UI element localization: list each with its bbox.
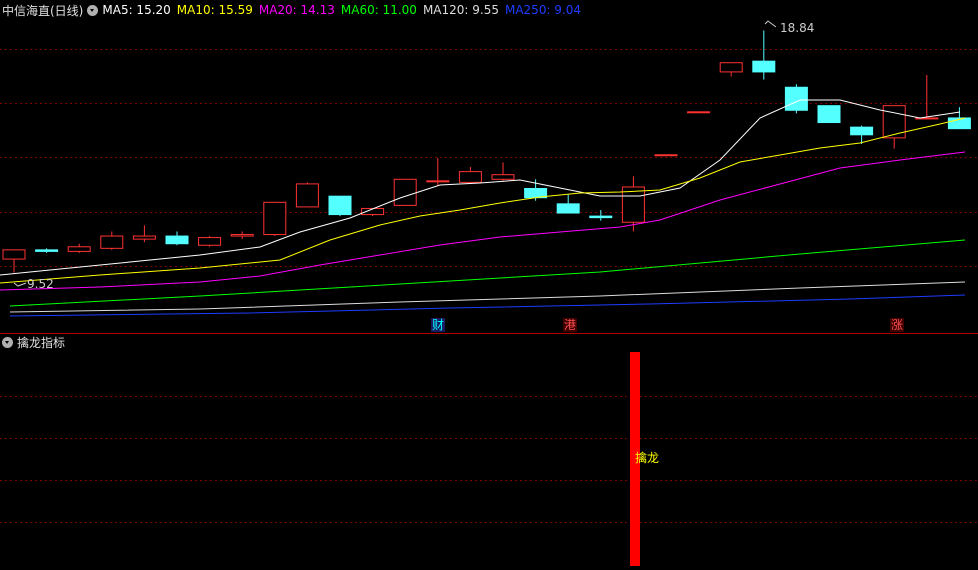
chevron-down-icon[interactable] <box>2 336 13 348</box>
low-price-label: 9.52 <box>27 277 54 291</box>
candle-body <box>2 249 26 260</box>
candle <box>719 62 743 77</box>
candle <box>67 243 91 253</box>
candle <box>165 231 189 246</box>
ma20-line <box>0 151 966 291</box>
signal-label: 擒龙 <box>635 450 659 465</box>
candle <box>589 209 613 221</box>
ma10-line <box>0 117 966 284</box>
candle <box>426 157 450 186</box>
candle-body <box>850 126 874 136</box>
low-price-marker <box>13 282 27 287</box>
candle <box>100 231 124 250</box>
candle-body <box>426 180 450 183</box>
kline-chart[interactable]: 18.84 9.52 <box>0 0 978 333</box>
candle <box>947 107 971 130</box>
candle <box>882 105 906 149</box>
indicator-title: 擒龙指标 <box>17 335 66 350</box>
candle <box>198 236 222 247</box>
candle-body <box>784 86 808 111</box>
indicator-chart[interactable]: 擒龙 <box>0 334 978 570</box>
candle-body <box>198 237 222 246</box>
candle-body <box>719 62 743 73</box>
candle-body <box>491 174 515 180</box>
candle <box>328 195 352 217</box>
high-price-label: 18.84 <box>780 21 814 35</box>
candle-body <box>589 215 613 219</box>
event-tag-zhang[interactable]: 涨 <box>890 318 905 332</box>
candle <box>556 194 580 214</box>
candle <box>393 178 417 206</box>
candle <box>915 74 939 120</box>
candle-body <box>263 201 287 236</box>
ma60-line <box>9 239 966 307</box>
event-tag-cai[interactable]: 财 <box>431 318 446 332</box>
candle-body <box>165 235 189 245</box>
candle <box>817 105 841 124</box>
candle <box>784 84 808 114</box>
candle-body <box>67 246 91 252</box>
candle-body <box>817 105 841 124</box>
title-bar: 中信海直(日线) MA5: 15.20 MA10: 15.59 MA20: 14… <box>2 2 587 18</box>
candle <box>295 182 319 208</box>
ma5-line <box>0 99 961 276</box>
indicator-title-bar: 擒龙指标 <box>2 334 65 350</box>
candle <box>850 125 874 145</box>
ma120-label: MA120: 9.55 <box>422 3 499 17</box>
candle-body <box>35 249 59 252</box>
candle <box>263 201 287 237</box>
candle <box>654 154 678 157</box>
candle-body <box>230 234 254 237</box>
ma10-label: MA10: 15.59 <box>176 3 253 17</box>
candle-body <box>654 154 678 157</box>
candle-body <box>621 186 645 223</box>
candle <box>752 30 776 80</box>
kline-panel[interactable]: 18.84 9.52 中信海直(日线) MA5: 15.20 MA10: 15.5… <box>0 0 978 333</box>
candle-body <box>687 111 711 114</box>
chevron-down-icon[interactable] <box>87 4 99 16</box>
candle-body <box>556 203 580 214</box>
ma5-label: MA5: 15.20 <box>102 3 171 17</box>
candle <box>35 248 59 253</box>
candle-body <box>393 178 417 206</box>
ma250-label: MA250: 9.04 <box>504 3 582 17</box>
candle <box>458 167 482 183</box>
candle-body <box>100 235 124 249</box>
candle <box>491 162 515 181</box>
event-tag-gang[interactable]: 港 <box>563 318 578 332</box>
ma20-label: MA20: 14.13 <box>258 3 335 17</box>
stock-name: 中信海直(日线) <box>2 3 84 18</box>
candle <box>2 249 26 273</box>
candle-body <box>328 195 352 216</box>
indicator-panel[interactable]: 擒龙 擒龙指标 <box>0 334 978 570</box>
ma60-label: MA60: 11.00 <box>340 3 417 17</box>
candle <box>132 225 156 243</box>
candle-body <box>458 171 482 183</box>
candle-body <box>132 235 156 240</box>
candle-body <box>752 60 776 73</box>
candle <box>230 231 254 240</box>
candle <box>687 111 711 114</box>
high-price-marker <box>764 20 777 28</box>
candle-body <box>295 183 319 208</box>
